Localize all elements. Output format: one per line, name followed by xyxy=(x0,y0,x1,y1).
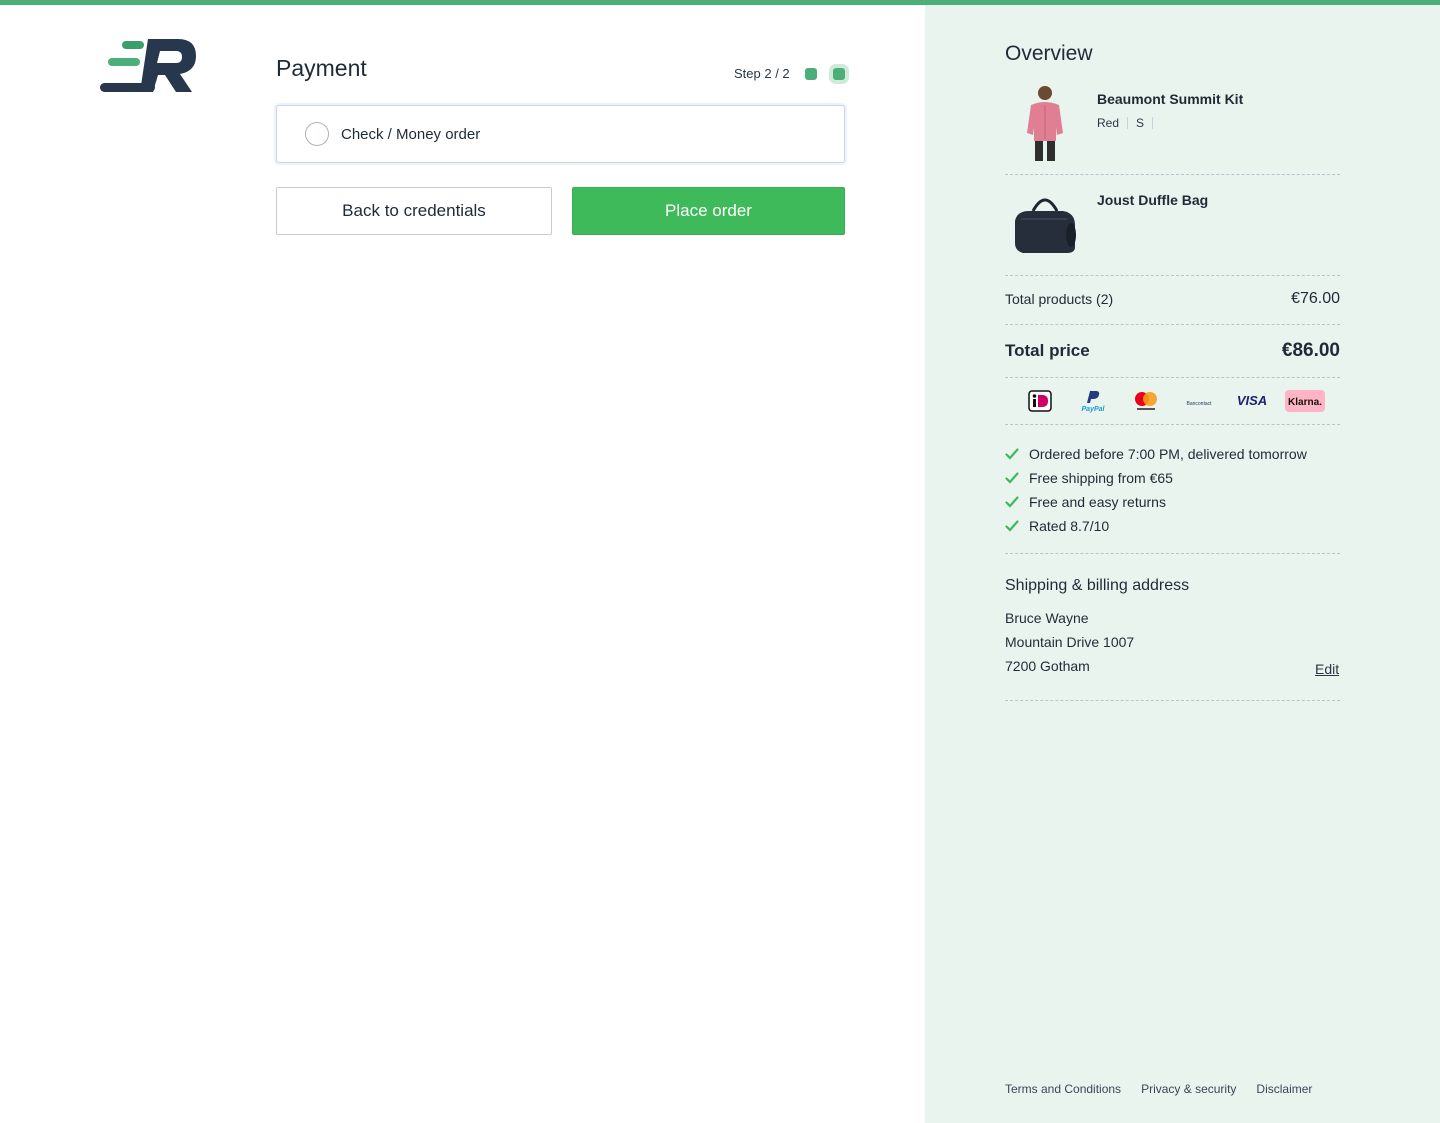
ideal-icon xyxy=(1020,389,1060,413)
step-1-dot xyxy=(805,68,817,80)
divider xyxy=(1005,377,1340,378)
divider xyxy=(1005,700,1340,701)
usp-text: Ordered before 7:00 PM, delivered tomorr… xyxy=(1029,446,1307,462)
total-price-row: Total price €86.00 xyxy=(1005,339,1340,363)
usp-text: Free shipping from €65 xyxy=(1029,470,1173,486)
edit-address-link[interactable]: Edit xyxy=(1315,661,1339,677)
jacket-man-image xyxy=(1027,86,1063,161)
overview-panel: Overview Beaumont Summit Kit Red S Joust… xyxy=(925,5,1440,1123)
usp-item: Ordered before 7:00 PM, delivered tomorr… xyxy=(1005,442,1307,466)
paypal-icon: PayPal xyxy=(1073,389,1113,413)
paypal-text: PayPal xyxy=(1081,406,1105,413)
usp-list: Ordered before 7:00 PM, delivered tomorr… xyxy=(1005,442,1307,538)
overview-title: Overview xyxy=(1005,42,1093,65)
klarna-icon: Klarna. xyxy=(1285,389,1326,413)
usp-item: Rated 8.7/10 xyxy=(1005,514,1307,538)
total-price-label: Total price xyxy=(1005,341,1090,360)
place-order-button[interactable]: Place order xyxy=(572,187,845,235)
divider xyxy=(1005,324,1340,325)
product-attributes: Red S xyxy=(1097,116,1161,130)
disclaimer-link[interactable]: Disclaimer xyxy=(1256,1082,1312,1096)
usp-item: Free and easy returns xyxy=(1005,490,1307,514)
duffle-bag-image xyxy=(1015,198,1076,253)
privacy-link[interactable]: Privacy & security xyxy=(1141,1082,1236,1096)
divider xyxy=(1005,424,1340,425)
shipping-title: Shipping & billing address xyxy=(1005,577,1190,594)
attr-divider xyxy=(1127,117,1129,129)
product-color: Red xyxy=(1097,116,1120,130)
footer-links: Terms and Conditions Privacy & security … xyxy=(1005,1082,1332,1096)
check-icon xyxy=(1005,448,1019,460)
back-to-credentials-button[interactable]: Back to credentials xyxy=(276,187,552,235)
payment-title: Payment xyxy=(276,55,367,81)
check-icon xyxy=(1005,496,1019,508)
product-name: Beaumont Summit Kit xyxy=(1097,91,1244,107)
address-street: Mountain Drive 1007 xyxy=(1005,634,1135,650)
address-city: 7200 Gotham xyxy=(1005,658,1090,674)
payment-icons: PayPal Bancontact VISA Klarna. xyxy=(1005,388,1340,414)
divider xyxy=(1005,174,1340,175)
usp-text: Rated 8.7/10 xyxy=(1029,518,1110,534)
address-name: Bruce Wayne xyxy=(1005,610,1089,626)
terms-link[interactable]: Terms and Conditions xyxy=(1005,1082,1121,1096)
bancontact-text: Bancontact xyxy=(1187,401,1213,407)
klarna-text: Klarna. xyxy=(1288,397,1322,408)
total-products-row: Total products (2) €76.00 xyxy=(1005,288,1340,310)
brand-logo[interactable] xyxy=(100,35,200,97)
attr-divider xyxy=(1152,117,1154,129)
step-2-dot xyxy=(833,68,845,80)
check-icon xyxy=(1005,520,1019,532)
address-block: Bruce Wayne Mountain Drive 1007 7200 Got… xyxy=(1005,606,1134,678)
usp-text: Free and easy returns xyxy=(1029,494,1166,510)
visa-text: VISA xyxy=(1237,393,1267,408)
mastercard-icon xyxy=(1126,389,1166,413)
check-icon xyxy=(1005,472,1019,484)
bancontact-icon: Bancontact xyxy=(1179,389,1219,413)
step-indicator: Step 2 / 2 xyxy=(734,66,790,81)
visa-icon: VISA xyxy=(1232,389,1272,413)
usp-item: Free shipping from €65 xyxy=(1005,466,1307,490)
payment-method-label: Check / Money order xyxy=(341,125,481,143)
payment-method-option[interactable]: Check / Money order xyxy=(276,105,845,163)
product-size: S xyxy=(1136,116,1145,130)
total-products-value: €76.00 xyxy=(1291,290,1340,307)
total-products-label: Total products (2) xyxy=(1005,291,1114,307)
payment-method-radio[interactable] xyxy=(305,122,329,146)
divider xyxy=(1005,275,1340,276)
divider xyxy=(1005,553,1340,554)
product-name: Joust Duffle Bag xyxy=(1097,192,1209,208)
payment-panel: Payment Step 2 / 2 Check / Money order B… xyxy=(0,5,925,1123)
total-price-value: €86.00 xyxy=(1281,340,1340,361)
